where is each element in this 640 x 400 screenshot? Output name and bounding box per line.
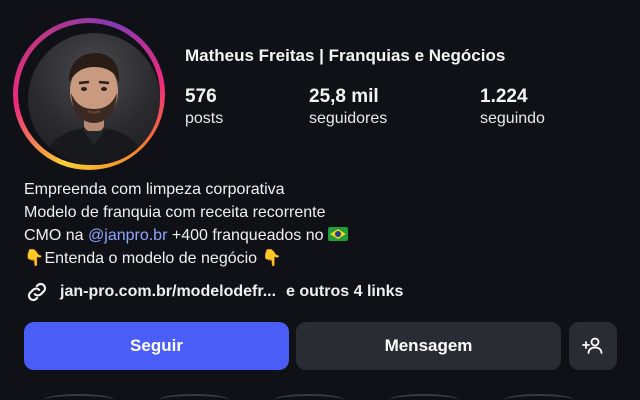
brazil-flag-icon [327,227,348,241]
more-links[interactable]: e outros 4 links [286,283,403,301]
link-icon [27,282,47,302]
highlight-item[interactable] [159,394,229,400]
stat-following[interactable]: 1.224 seguindo [480,86,545,128]
profile-name: Matheus Freitas | Franquias e Negócios [185,46,506,65]
bio-line-3-prefix: CMO na [24,227,89,244]
bio-line-4-text: Entenda o modelo de negócio [44,250,258,267]
highlight-item[interactable] [504,394,574,400]
highlight-item[interactable] [389,394,459,400]
bio-line-2: Modelo de franquia com receita recorrent… [24,204,326,221]
add-person-icon [582,337,603,354]
stat-followers-label: seguidores [309,110,388,127]
profile-photo-icon [42,53,146,165]
bio-line-1: Empreenda com limpeza corporativa [24,181,285,198]
stat-posts-value: 576 [185,86,217,107]
link-url[interactable]: jan-pro.com.br/modelodefr... [60,283,276,301]
bio-line-3-suffix: +400 franqueados no [167,227,324,244]
stat-following-value: 1.224 [480,86,528,107]
story-highlights [0,394,640,400]
highlight-item[interactable] [274,394,344,400]
follow-button[interactable]: Seguir [24,322,289,370]
mention-link[interactable]: @janpro.br [88,227,167,244]
external-links[interactable]: jan-pro.com.br/modelodefr... e outros 4 … [24,279,403,305]
add-person-button[interactable] [569,322,617,370]
pointing-down-icon: 👇 [24,250,44,267]
stat-followers-value: 25,8 mil [309,86,379,107]
highlight-item[interactable] [44,394,114,400]
stat-following-label: seguindo [480,110,545,127]
stat-followers[interactable]: 25,8 mil seguidores [309,86,387,128]
stat-posts-label: posts [185,110,224,127]
stat-posts[interactable]: 576 posts [185,86,223,128]
story-ring[interactable] [13,18,165,170]
profile-header: Matheus Freitas | Franquias e Negócios 5… [0,0,640,400]
avatar[interactable] [28,33,160,165]
pointing-down-icon: 👇 [261,250,282,267]
message-button[interactable]: Mensagem [296,322,561,370]
bio-line-4: 👇 Entenda o modelo de negócio 👇 [24,247,348,270]
bio: Empreenda com limpeza corporativa Modelo… [24,178,348,270]
bio-line-3: CMO na @janpro.br +400 franqueados no [24,224,348,247]
